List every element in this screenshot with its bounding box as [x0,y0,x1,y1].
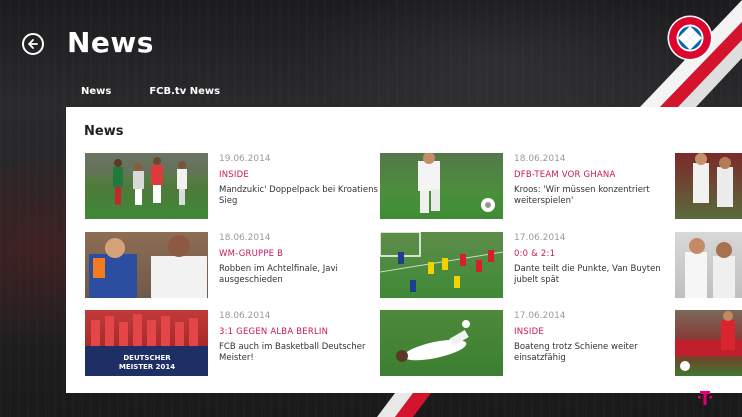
article-category: WM-GRUPPE B [219,249,284,259]
back-button[interactable] [22,33,44,55]
article-category: 3:1 GEGEN ALBA BERLIN [219,327,329,337]
page-title: News [67,26,154,59]
news-card[interactable]: 17.06.2014 INSIDE Boateng trotz Schiene … [380,310,680,376]
article-headline: Dante teilt die Punkte, Van Buyten jubel… [514,264,661,285]
news-card[interactable]: 19.06.2014 INSIDE Mandzukic' Doppelpack … [85,153,385,219]
article-headline: FCB auch im Basketball Deutscher Meister… [219,342,366,363]
article-headline: Robben im Achtelfinale, Javi ausgeschied… [219,264,338,285]
tab-fcbtv-news[interactable]: FCB.tv News [149,86,220,97]
fc-bayern-logo[interactable] [667,15,713,61]
news-card[interactable]: 18.06.2014 DFB-TEAM VOR GHANA Kroos: 'Wi… [380,153,680,219]
news-thumbnail [85,153,208,219]
news-thumbnail [85,232,208,298]
article-headline: Boateng trotz Schiene weiter einsatzfähi… [514,342,638,363]
article-date: 19.06.2014 [219,154,271,164]
section-title: News [84,124,124,139]
article-headline: Kroos: 'Wir müssen konzentriert weitersp… [514,185,650,206]
news-panel: News 19.06.2014 INSIDE Mandzukic' Doppel… [66,107,742,393]
article-category: 0:0 & 2:1 [514,249,556,259]
article-date: 18.06.2014 [514,154,566,164]
news-thumbnail [380,232,503,298]
news-card[interactable]: 17.06.2014 0:0 & 2:1 Dante teilt die Pun… [380,232,680,298]
news-thumbnail [380,310,503,376]
banner-line-2: MEISTER 2014 [119,363,175,371]
news-thumbnail [380,153,503,219]
article-category: DFB-TEAM VOR GHANA [514,170,616,180]
article-date: 17.06.2014 [514,233,566,243]
news-card[interactable]: DEUTSCHER MEISTER 2014 18.06.2014 3:1 GE… [85,310,385,376]
article-category: INSIDE [219,170,249,180]
arrow-left-icon [28,39,38,49]
article-headline: Mandzukic' Doppelpack bei Kroatiens Sieg [219,185,378,206]
news-thumbnail-partial[interactable] [675,310,742,376]
news-thumbnail-partial[interactable] [675,232,742,298]
article-date: 18.06.2014 [219,311,271,321]
tab-bar: News FCB.tv News [81,86,220,97]
article-category: INSIDE [514,327,544,337]
telekom-logo[interactable] [698,390,712,410]
tab-news[interactable]: News [81,86,111,97]
article-date: 18.06.2014 [219,233,271,243]
banner-line-1: DEUTSCHER [123,354,171,362]
news-card[interactable]: 18.06.2014 WM-GRUPPE B Robben im Achtelf… [85,232,385,298]
article-date: 17.06.2014 [514,311,566,321]
news-thumbnail-partial[interactable] [675,153,742,219]
news-thumbnail: DEUTSCHER MEISTER 2014 [85,310,208,376]
